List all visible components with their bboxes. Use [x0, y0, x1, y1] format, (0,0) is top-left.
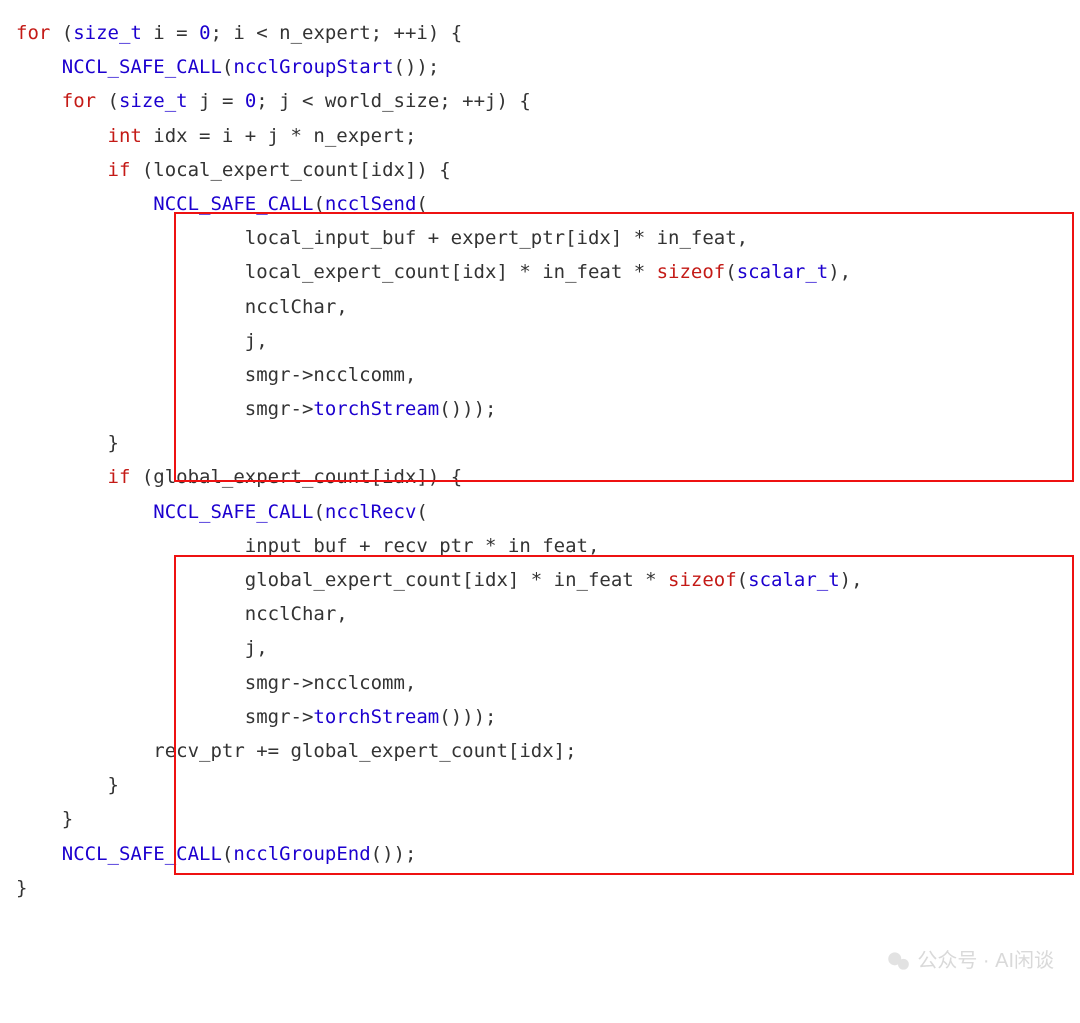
macro-nccl-safe-call: NCCL_SAFE_CALL — [62, 56, 222, 78]
num-zero: 0 — [199, 22, 210, 44]
watermark-text: 公众号 · AI闲谈 — [917, 943, 1054, 979]
code-text: ())); — [439, 398, 496, 420]
kw-if: if — [108, 466, 131, 488]
code-text: j, — [245, 637, 268, 659]
code-text: global_expert_count[idx] * in_feat * — [245, 569, 668, 591]
code-text: ), — [840, 569, 863, 591]
code-text: smgr-> — [245, 398, 314, 420]
code-text: ncclChar, — [245, 603, 348, 625]
code-text: } — [108, 774, 119, 796]
wechat-icon — [885, 948, 911, 974]
code-block: for (size_t i = 0; i < n_expert; ++i) { … — [16, 16, 1064, 1007]
code-text: idx = i + j * n_expert; — [142, 125, 417, 147]
code-text: ; j < world_size; ++j) { — [256, 90, 531, 112]
num-zero: 0 — [245, 90, 256, 112]
code-text: ; i < n_expert; ++i) { — [211, 22, 463, 44]
kw-sizeof: sizeof — [657, 261, 726, 283]
code-text: } — [108, 432, 119, 454]
kw-if: if — [108, 159, 131, 181]
type-size_t: size_t — [73, 22, 142, 44]
kw-for: for — [62, 90, 96, 112]
code-text: (global_expert_count[idx]) { — [130, 466, 462, 488]
code-text: ()); — [371, 843, 417, 865]
code-text: input_buf + recv_ptr * in_feat, — [245, 535, 600, 557]
macro-nccl-safe-call: NCCL_SAFE_CALL — [153, 501, 313, 523]
code-text: j, — [245, 330, 268, 352]
kw-sizeof: sizeof — [668, 569, 737, 591]
code-text: ()); — [394, 56, 440, 78]
watermark: 公众号 · AI闲谈 — [885, 943, 1054, 979]
fn-ncclGroupStart: ncclGroupStart — [233, 56, 393, 78]
type-scalar_t: scalar_t — [737, 261, 829, 283]
code-text: ( — [737, 569, 748, 591]
code-text: ), — [828, 261, 851, 283]
fn-ncclRecv: ncclRecv — [325, 501, 417, 523]
fn-torchStream: torchStream — [313, 706, 439, 728]
kw-for: for — [16, 22, 50, 44]
highlight-box-ncclSend — [174, 212, 1074, 482]
code-text: } — [16, 877, 27, 899]
code-text: j = — [188, 90, 245, 112]
fn-ncclGroupEnd: ncclGroupEnd — [233, 843, 370, 865]
code-text: ncclChar, — [245, 296, 348, 318]
code-text: local_expert_count[idx] * in_feat * — [245, 261, 657, 283]
macro-nccl-safe-call: NCCL_SAFE_CALL — [62, 843, 222, 865]
code-text: smgr-> — [245, 706, 314, 728]
kw-int: int — [108, 125, 142, 147]
code-text: } — [62, 808, 73, 830]
code-text: recv_ptr += global_expert_count[idx]; — [153, 740, 576, 762]
code-text: ( — [416, 193, 427, 215]
code-text: ( — [725, 261, 736, 283]
fn-ncclSend: ncclSend — [325, 193, 417, 215]
type-scalar_t: scalar_t — [748, 569, 840, 591]
code-text: i = — [142, 22, 199, 44]
type-size_t: size_t — [119, 90, 188, 112]
code-text: ( — [416, 501, 427, 523]
fn-torchStream: torchStream — [313, 398, 439, 420]
code-text: ())); — [439, 706, 496, 728]
code-text: smgr->ncclcomm, — [245, 672, 417, 694]
code-text: smgr->ncclcomm, — [245, 364, 417, 386]
code-text: local_input_buf + expert_ptr[idx] * in_f… — [245, 227, 748, 249]
code-text: (local_expert_count[idx]) { — [130, 159, 450, 181]
macro-nccl-safe-call: NCCL_SAFE_CALL — [153, 193, 313, 215]
